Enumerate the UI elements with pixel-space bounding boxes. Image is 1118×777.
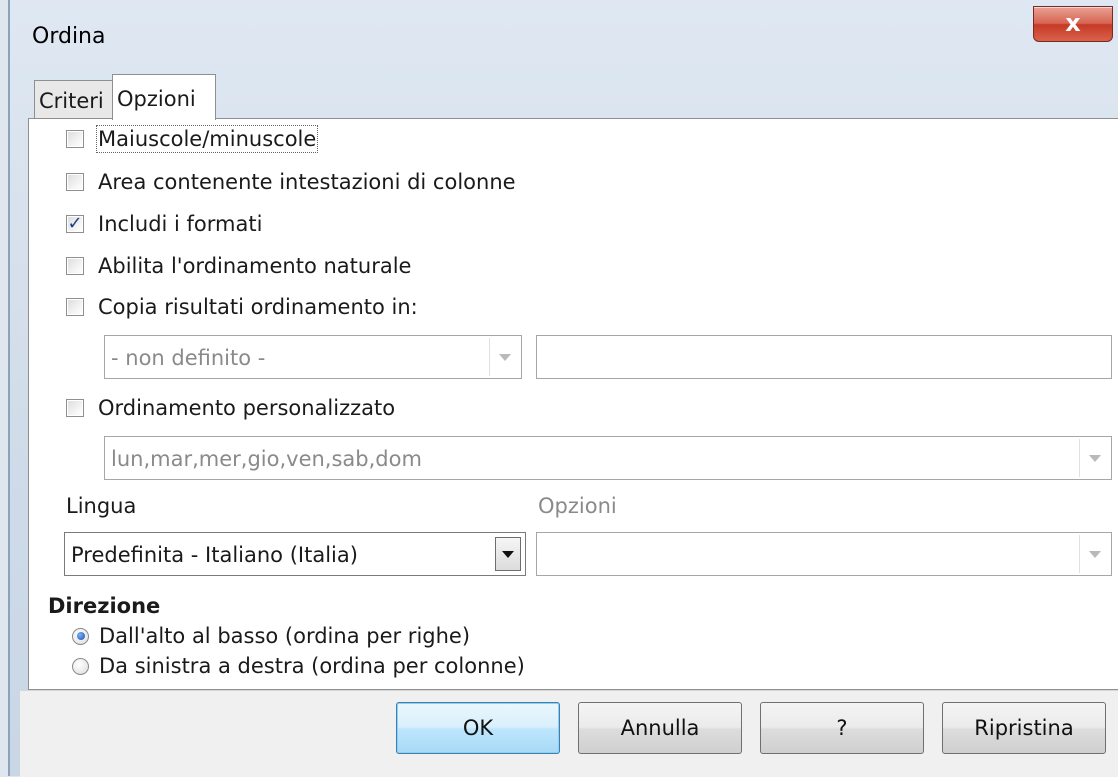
direction-top-bottom-radio[interactable] bbox=[72, 627, 89, 645]
cancel-button[interactable]: Annulla bbox=[578, 702, 742, 754]
direction-heading: Direzione bbox=[48, 594, 161, 618]
tab-criteri[interactable]: Criteri bbox=[34, 80, 114, 120]
chevron-down-icon[interactable] bbox=[489, 338, 519, 376]
copy-results-checkbox[interactable] bbox=[66, 298, 84, 316]
chevron-down-icon[interactable] bbox=[1079, 439, 1109, 477]
include-formats-checkbox[interactable]: ✓ bbox=[66, 215, 84, 233]
tab-opzioni[interactable]: Opzioni bbox=[112, 74, 216, 120]
checkmark-icon: ✓ bbox=[67, 213, 83, 234]
direction-top-bottom-option[interactable]: Dall'alto al basso (ordina per righe) bbox=[72, 622, 470, 650]
copy-results-label: Copia risultati ordinamento in: bbox=[98, 295, 418, 319]
language-options-label: Opzioni bbox=[538, 494, 617, 518]
language-select-value: Predefinita - Italiano (Italia) bbox=[71, 543, 358, 567]
custom-order-option[interactable]: Ordinamento personalizzato bbox=[66, 393, 395, 423]
direction-left-right-option[interactable]: Da sinistra a destra (ordina per colonne… bbox=[72, 652, 525, 680]
language-label: Lingua bbox=[66, 494, 137, 518]
chevron-down-icon[interactable] bbox=[1079, 535, 1109, 573]
copy-results-option[interactable]: Copia risultati ordinamento in: bbox=[66, 292, 418, 322]
has-headers-label: Area contenente intestazioni di colonne bbox=[98, 170, 516, 194]
chevron-down-icon[interactable] bbox=[495, 537, 521, 571]
language-options-select[interactable] bbox=[536, 532, 1112, 576]
direction-top-bottom-label: Dall'alto al basso (ordina per righe) bbox=[99, 624, 471, 648]
has-headers-checkbox[interactable] bbox=[66, 173, 84, 191]
natural-sort-option[interactable]: Abilita l'ordinamento naturale bbox=[66, 251, 411, 281]
help-button[interactable]: ? bbox=[760, 702, 924, 754]
has-headers-option[interactable]: Area contenente intestazioni di colonne bbox=[66, 167, 516, 197]
copy-target-select[interactable]: - non definito - bbox=[104, 335, 522, 379]
copy-target-input[interactable] bbox=[536, 335, 1112, 379]
custom-order-label: Ordinamento personalizzato bbox=[98, 396, 396, 420]
copy-target-select-value: - non definito - bbox=[111, 346, 266, 370]
natural-sort-label: Abilita l'ordinamento naturale bbox=[98, 254, 412, 278]
custom-order-checkbox[interactable] bbox=[66, 399, 84, 417]
case-sensitive-option[interactable]: Maiuscole/minuscole bbox=[66, 124, 319, 154]
natural-sort-checkbox[interactable] bbox=[66, 257, 84, 275]
close-button[interactable]: x bbox=[1033, 6, 1113, 42]
custom-order-select-value: lun,mar,mer,gio,ven,sab,dom bbox=[111, 447, 422, 471]
ok-button[interactable]: OK bbox=[396, 702, 560, 754]
include-formats-label: Includi i formati bbox=[98, 212, 263, 236]
include-formats-option[interactable]: ✓ Includi i formati bbox=[66, 209, 262, 239]
case-sensitive-checkbox[interactable] bbox=[66, 130, 84, 148]
custom-order-select[interactable]: lun,mar,mer,gio,ven,sab,dom bbox=[104, 436, 1112, 480]
case-sensitive-label: Maiuscole/minuscole bbox=[95, 125, 319, 153]
title-bar[interactable]: Ordina x bbox=[10, 0, 1118, 60]
reset-button[interactable]: Ripristina bbox=[942, 702, 1106, 754]
dialog-title: Ordina bbox=[32, 24, 106, 49]
direction-left-right-radio[interactable] bbox=[72, 657, 89, 675]
radio-selected-icon bbox=[76, 632, 85, 640]
language-select[interactable]: Predefinita - Italiano (Italia) bbox=[64, 532, 526, 576]
direction-left-right-label: Da sinistra a destra (ordina per colonne… bbox=[99, 654, 525, 678]
